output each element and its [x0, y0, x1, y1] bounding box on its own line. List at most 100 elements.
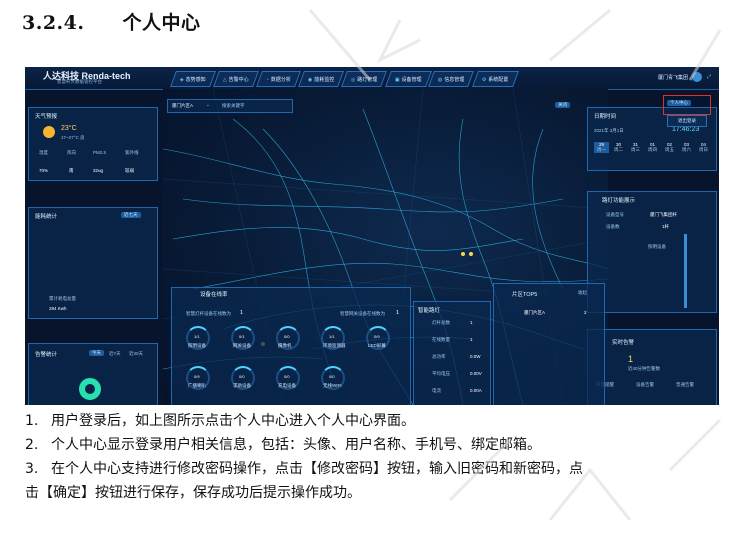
collapse-button[interactable]: 收起: [578, 290, 587, 296]
list-item: 3. 在个人中心支持进行修改密码操作，点击【修改密码】按钮，输入旧密码和新密码，点: [25, 461, 583, 477]
alarm-donut: [79, 378, 101, 400]
nav-device[interactable]: ▣ 设备管理: [384, 71, 432, 87]
ring-value: 0/0: [239, 374, 245, 379]
logout-menu-item[interactable]: 退出登录: [667, 115, 707, 127]
lighting-link[interactable]: 照明设备: [648, 244, 666, 250]
weather-panel: 天气预报 23°C 17~27°C 良 湿度 风向 PM2.5 紫外线 70% …: [28, 107, 158, 181]
calendar-day[interactable]: 29 周一: [594, 142, 609, 153]
ring-value: 0/9: [374, 334, 380, 339]
light-row-value: 0.00A: [470, 388, 482, 393]
section-heading: 3.2.4. 个人中心: [22, 8, 201, 35]
humidity-label: 湿度: [39, 150, 48, 155]
steps-list: 1. 用户登录后，如上图所示点击个人中心进入个人中心界面。 2. 个人中心显示登录用…: [25, 409, 725, 505]
light-row-value: 0.00V: [470, 371, 482, 376]
ring-label: 网关设备: [233, 343, 251, 348]
light-row-label: 平均电压: [432, 371, 450, 376]
chevron-down-icon[interactable]: ⌄: [206, 102, 210, 108]
alarm-count-sub: 近40分钟告警数: [628, 366, 661, 371]
nav-energy[interactable]: ◉ 能耗监控: [297, 71, 345, 87]
date-title: 日期时间: [594, 114, 617, 120]
calendar-day[interactable]: 02 周五: [662, 142, 677, 153]
gateway-online-count: 1: [396, 310, 400, 316]
toggle-switch[interactable]: 关闭: [555, 102, 570, 108]
region-select[interactable]: 厦门片区A: [172, 103, 193, 109]
energy-range[interactable]: 近七天: [121, 212, 141, 218]
calendar-day[interactable]: 03 周六: [679, 142, 694, 153]
device-alarm-toggle[interactable]: 设备告警: [636, 382, 654, 388]
app-subtitle: 智慧杆大数据管控平台: [57, 79, 102, 84]
humidity-value: 70%: [39, 168, 49, 173]
chart-icon: ◔: [265, 76, 269, 83]
date-text: 2021年 3月1日: [594, 128, 624, 133]
calendar-day[interactable]: 30 周二: [611, 142, 626, 153]
ring-label: 无线WIFI: [323, 383, 342, 388]
ring-value: 0/0: [284, 334, 290, 339]
live-alarm-panel: 实时告警 1 近40分钟告警数 声音提醒 设备告警 普通告警: [587, 329, 717, 405]
profile-menu-item[interactable]: 个人中心: [667, 100, 691, 106]
tab-today[interactable]: 今天: [89, 350, 104, 356]
ui-screenshot-figure: 人达科技 Renda-tech 智慧杆大数据管控平台 ◈ 态势感知 △ 告警中心 ◔…: [25, 67, 719, 405]
pole-online-caption: 智慧灯杆设备在线数为: [186, 311, 231, 316]
pole-graphic: [684, 234, 687, 308]
ring-value: 0/1: [239, 334, 245, 339]
search-bar[interactable]: 厦门片区A ⌄ 搜索关键字: [167, 99, 293, 113]
main-nav: ◈ 态势感知 △ 告警中心 ◔ 数据分析 ◉ 能耗监控 ◎ 路灯管理 ▣ 设备管理 ◍ 信息管…: [170, 71, 519, 87]
warning-icon: △: [222, 76, 227, 83]
device-online-title: 设备在线率: [200, 292, 228, 298]
calendar-day[interactable]: 01 周四: [645, 142, 660, 153]
fullscreen-icon[interactable]: ⤢: [707, 74, 711, 80]
pm25-label: PM2.5: [93, 150, 107, 155]
sun-icon: [43, 126, 55, 138]
gateway-online-caption: 智慧网关设备在线数为: [340, 311, 385, 316]
weather-temp: 23°C: [61, 125, 77, 132]
pole-title: 路灯功能展示: [602, 198, 636, 204]
light-row-label: 灯杆总数: [432, 320, 450, 325]
light-row-label: 总功率: [432, 354, 446, 359]
pole-model-value: 厦门飞集团杆: [650, 212, 677, 217]
energy-icon: ◉: [307, 76, 313, 83]
region-top-panel: 片区TOP5 收起 厦门片区A 2: [493, 283, 605, 405]
gear-icon: ⚙: [481, 76, 487, 83]
shield-icon: ◈: [180, 76, 184, 83]
bulb-icon: ◎: [351, 76, 356, 83]
energy-sub: 累计耗电总量: [49, 296, 76, 301]
pole-panel: 路灯功能展示 设备型号 厦门飞集团杆 设备数 1杆 照明设备: [587, 191, 717, 313]
time-text: 17:46:23: [672, 126, 700, 133]
nav-situation[interactable]: ◈ 态势感知: [170, 71, 216, 87]
ring-value: 0/0: [284, 374, 290, 379]
search-input[interactable]: 搜索关键字: [222, 103, 245, 109]
top-bar: 人达科技 Renda-tech 智慧杆大数据管控平台 ◈ 态势感知 △ 告警中心 ◔…: [25, 67, 719, 90]
region-top-count: 2: [584, 310, 587, 315]
tab-7days[interactable]: 近7天: [109, 351, 121, 357]
nav-analysis[interactable]: ◔ 数据分析: [255, 71, 301, 87]
nav-alarm[interactable]: △ 告警中心: [212, 71, 259, 87]
calendar-day[interactable]: 04 周日: [696, 142, 711, 153]
region-top-title: 片区TOP5: [512, 292, 538, 298]
tab-30days[interactable]: 近30天: [129, 351, 143, 357]
user-name: 厦门青飞集团: [657, 74, 688, 81]
wind-label: 风向: [67, 150, 76, 155]
user-area[interactable]: 厦门青飞集团 ⤢: [658, 72, 711, 82]
device-icon: ▣: [394, 76, 400, 83]
avatar[interactable]: [691, 72, 702, 82]
section-number: 3.2.4.: [22, 12, 85, 34]
list-item-continuation: 击【确定】按钮进行保存，保存成功后提示操作成功。: [25, 485, 361, 501]
lights-panel: 智能路灯 灯杆总数 1 在线数量 1 总功率 0.0W 平均电压 0.00V 电流 0.00A: [413, 301, 491, 405]
light-row-value: 1: [470, 320, 473, 325]
uv-value: 较弱: [125, 168, 134, 173]
light-row-label: 在线数量: [432, 337, 450, 342]
uv-label: 紫外线: [125, 150, 139, 155]
ring-label: LED屏幕: [368, 343, 386, 348]
pole-model-label: 设备型号: [606, 212, 624, 217]
normal-alarm-toggle[interactable]: 普通告警: [676, 382, 694, 388]
calendar-day[interactable]: 31 周三: [628, 142, 643, 153]
region-top-item: 厦门片区A: [524, 310, 546, 315]
nav-light[interactable]: ◎ 路灯管理: [341, 71, 388, 87]
nav-config[interactable]: ⚙ 系统配置: [471, 71, 519, 87]
energy-value: 284 Kwh: [49, 306, 67, 311]
nav-info[interactable]: ◍ 信息管理: [428, 71, 475, 87]
live-alarm-title: 实时告警: [612, 340, 635, 346]
lights-title: 智能路灯: [418, 308, 441, 314]
pole-count-label: 设备数: [606, 224, 620, 229]
ring-label: 充电设备: [278, 383, 296, 388]
